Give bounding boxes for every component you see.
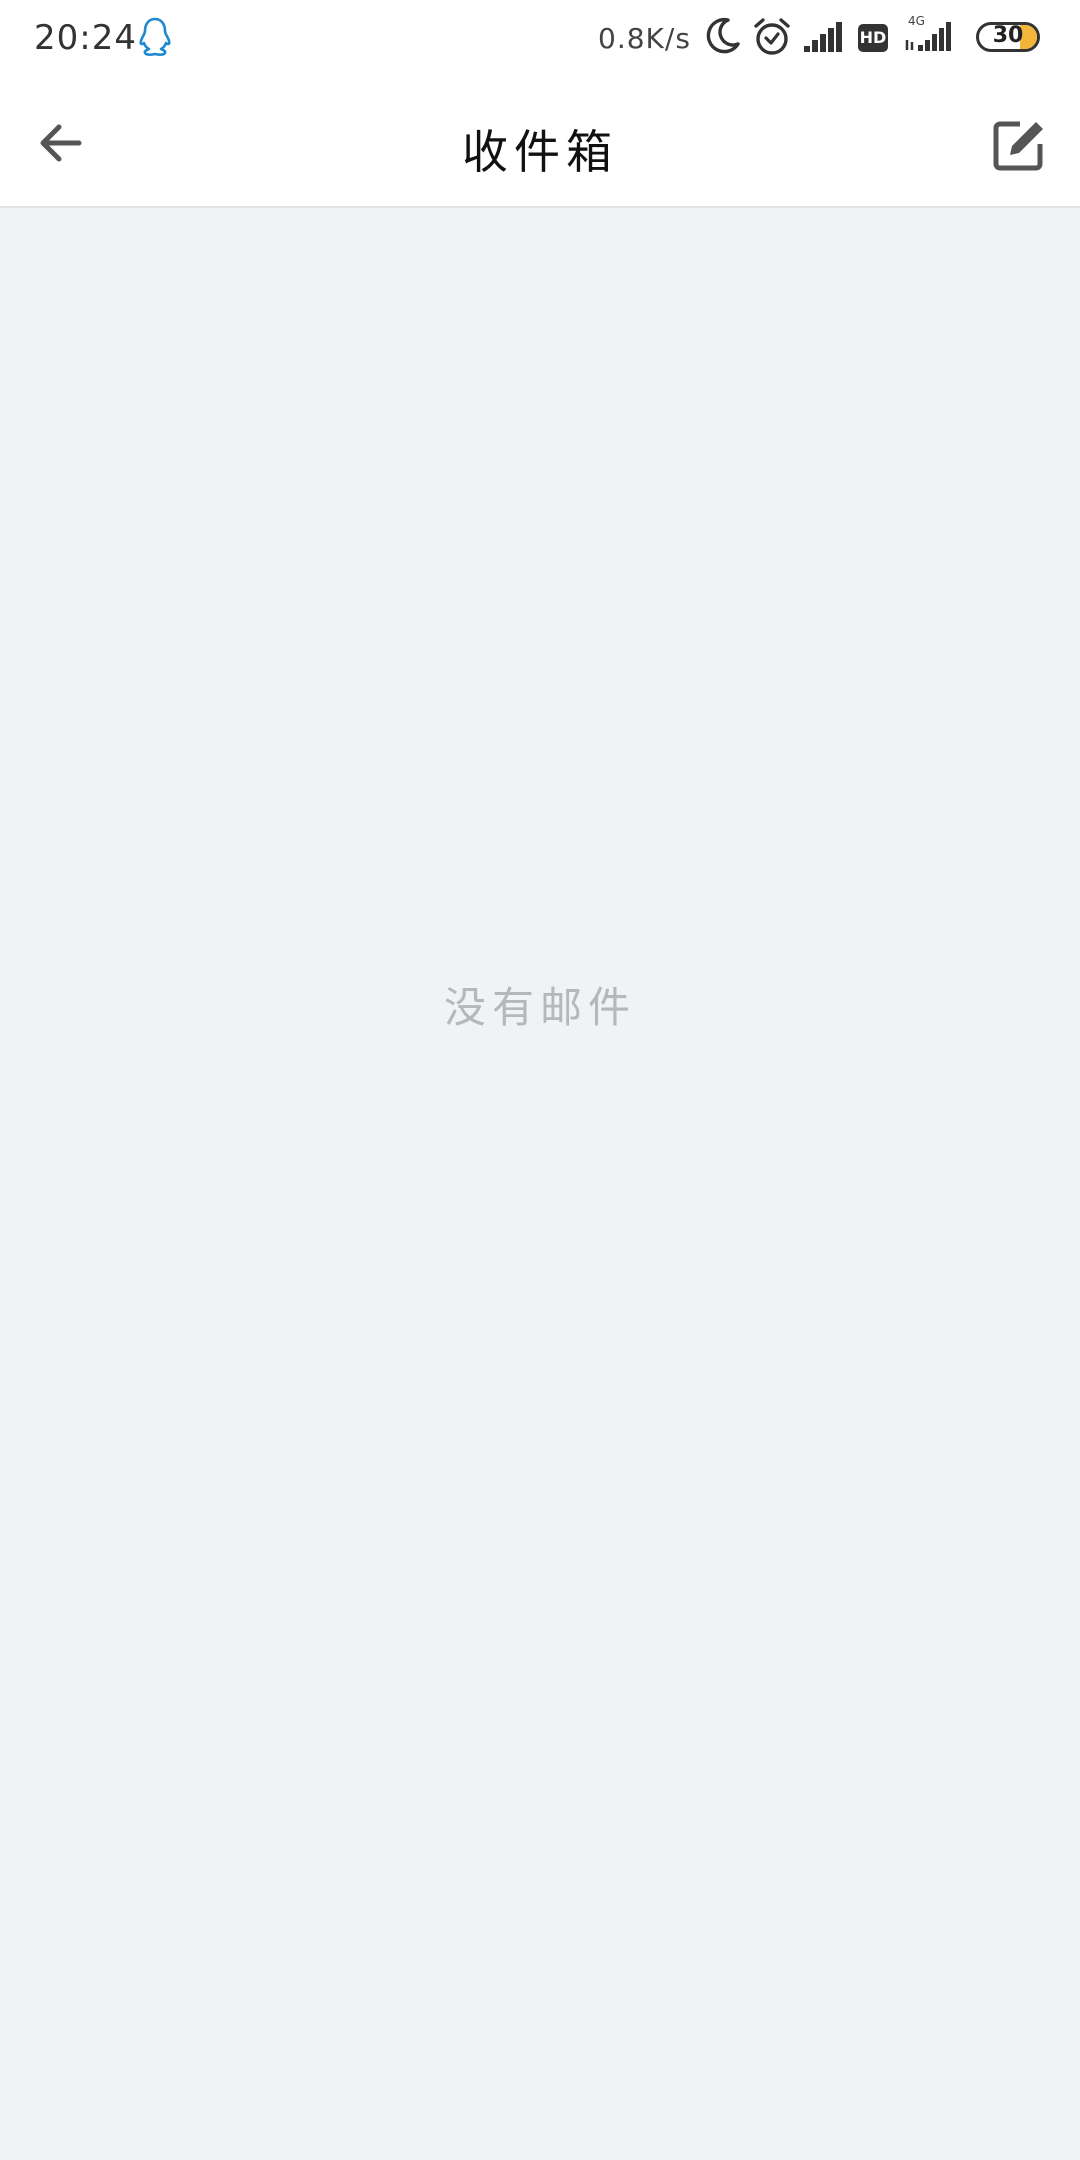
hd-icon: HD bbox=[858, 24, 888, 52]
status-bar: 20:24 0.8K/s HD 4G 30 bbox=[0, 0, 1080, 80]
mail-list-area: 没有邮件 bbox=[0, 208, 1080, 2160]
signal-4g-icon: 4G bbox=[904, 14, 960, 54]
compose-button[interactable] bbox=[986, 112, 1052, 178]
qq-icon bbox=[139, 17, 171, 56]
battery-level: 30 bbox=[992, 23, 1024, 48]
alarm-icon bbox=[754, 18, 790, 55]
status-time: 20:24 bbox=[34, 18, 137, 58]
network-speed: 0.8K/s bbox=[598, 22, 691, 55]
signal-icon bbox=[804, 22, 842, 52]
empty-state-message: 没有邮件 bbox=[443, 983, 636, 1032]
app-header: 收件箱 bbox=[0, 80, 1080, 208]
edit-icon bbox=[993, 121, 1043, 171]
battery-icon: 30 bbox=[976, 22, 1040, 52]
moon-icon bbox=[706, 17, 740, 54]
page-title: 收件箱 bbox=[462, 125, 618, 179]
